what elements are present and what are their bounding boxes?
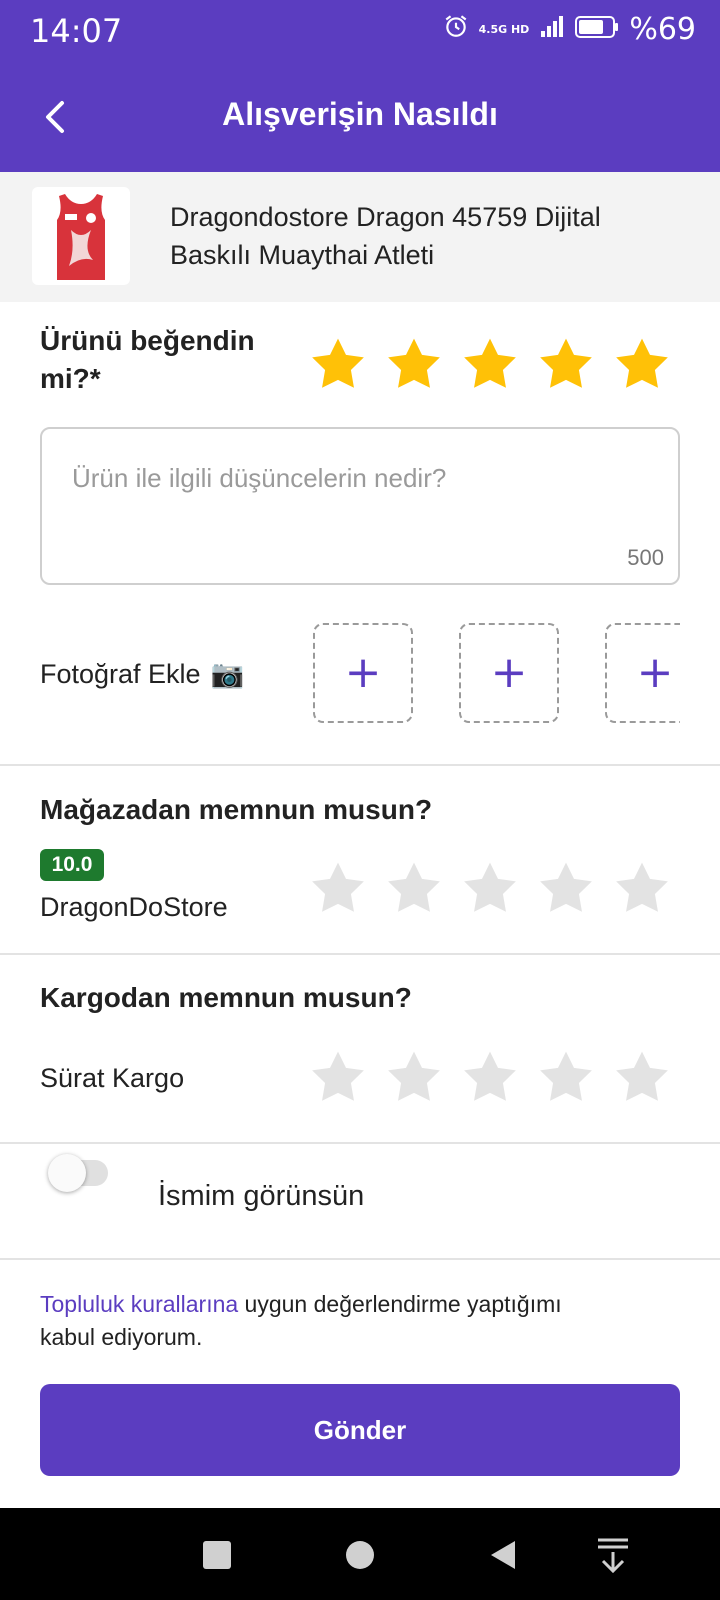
star-empty-icon[interactable] xyxy=(307,1047,369,1109)
app-bar: Alışverişin Nasıldı xyxy=(0,64,720,172)
divider xyxy=(0,764,720,766)
add-photo-button[interactable]: + xyxy=(605,623,680,723)
status-bar: 14:07 4.5G HD %69 xyxy=(0,0,720,64)
store-rating-question: Mağazadan memnun musun? xyxy=(40,794,433,825)
pull-down-icon xyxy=(598,1538,628,1573)
star-empty-icon[interactable] xyxy=(459,1047,521,1109)
char-counter: 500 xyxy=(627,545,664,570)
system-nav-bar xyxy=(0,1508,720,1600)
show-name-toggle[interactable] xyxy=(48,1152,112,1192)
add-photo-button[interactable]: + xyxy=(313,623,413,723)
product-name: Dragondostore Dragon 45759 Dijital Baskı… xyxy=(170,202,601,270)
cargo-star-rating[interactable] xyxy=(307,1047,673,1109)
battery-icon xyxy=(575,12,619,47)
plus-icon: + xyxy=(636,647,674,698)
store-name: DragonDoStore xyxy=(40,892,228,922)
triangle-back-icon xyxy=(491,1541,515,1569)
network-label: 4.5G HD xyxy=(478,23,530,36)
star-empty-icon[interactable] xyxy=(383,1047,445,1109)
recents-button[interactable] xyxy=(194,1532,240,1578)
alarm-icon xyxy=(443,12,469,47)
star-filled-icon[interactable] xyxy=(383,334,445,396)
divider xyxy=(0,1142,720,1144)
signal-icon xyxy=(539,12,565,47)
plus-icon: + xyxy=(490,647,528,698)
store-score-badge: 10.0 xyxy=(40,849,104,881)
toggle-knob xyxy=(48,1154,86,1192)
status-time: 14:07 xyxy=(30,12,123,50)
square-icon xyxy=(203,1541,231,1569)
notifications-pull-button[interactable] xyxy=(590,1532,636,1578)
comment-textarea[interactable]: Ürün ile ilgili düşüncelerin nedir? 500 xyxy=(40,427,680,585)
star-empty-icon[interactable] xyxy=(459,858,521,920)
add-photo-button[interactable]: + xyxy=(459,623,559,723)
show-name-label: İsmim görünsün xyxy=(158,1180,365,1212)
home-button[interactable] xyxy=(337,1532,383,1578)
store-star-rating[interactable] xyxy=(307,858,673,920)
add-photo-label: Fotoğraf Ekle 📷 xyxy=(40,658,245,690)
cargo-rating-question: Kargodan memnun musun? xyxy=(40,982,412,1013)
product-rating-question: Ürünü beğendin mi?* xyxy=(40,325,255,394)
star-empty-icon[interactable] xyxy=(535,1047,597,1109)
cargo-company-name: Sürat Kargo xyxy=(40,1063,185,1093)
camera-icon: 📷 xyxy=(210,659,245,689)
status-icons: 4.5G HD %69 xyxy=(443,12,696,47)
terms-text: Topluluk kurallarına uygun değerlendirme… xyxy=(40,1291,562,1350)
back-nav-button[interactable] xyxy=(480,1532,526,1578)
star-filled-icon[interactable] xyxy=(307,334,369,396)
photo-slots: + + + xyxy=(313,623,680,725)
star-empty-icon[interactable] xyxy=(535,858,597,920)
star-filled-icon[interactable] xyxy=(611,334,673,396)
community-rules-link[interactable]: Topluluk kurallarına xyxy=(40,1291,238,1317)
star-filled-icon[interactable] xyxy=(535,334,597,396)
product-card: Dragondostore Dragon 45759 Dijital Baskı… xyxy=(0,172,720,302)
plus-icon: + xyxy=(344,647,382,698)
divider xyxy=(0,1258,720,1260)
divider xyxy=(0,953,720,955)
star-empty-icon[interactable] xyxy=(383,858,445,920)
star-filled-icon[interactable] xyxy=(459,334,521,396)
star-empty-icon[interactable] xyxy=(307,858,369,920)
battery-percent: %69 xyxy=(629,12,696,47)
product-star-rating[interactable] xyxy=(307,334,673,396)
comment-placeholder: Ürün ile ilgili düşüncelerin nedir? xyxy=(72,463,447,493)
circle-icon xyxy=(346,1541,374,1569)
page-title: Alışverişin Nasıldı xyxy=(222,96,498,132)
product-image xyxy=(32,187,130,285)
submit-button[interactable]: Gönder xyxy=(40,1384,680,1476)
star-empty-icon[interactable] xyxy=(611,858,673,920)
star-empty-icon[interactable] xyxy=(611,1047,673,1109)
